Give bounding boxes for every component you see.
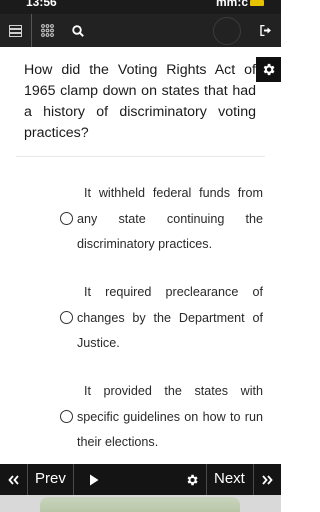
top-toolbar	[0, 14, 281, 47]
settings-button[interactable]	[256, 57, 281, 82]
prev-label: Prev	[35, 470, 66, 487]
search-button[interactable]	[63, 14, 93, 47]
list-button[interactable]	[0, 14, 31, 47]
status-time: 13:56	[26, 0, 57, 9]
exit-button[interactable]	[251, 14, 281, 47]
circle-button[interactable]	[213, 17, 241, 45]
list-icon	[9, 24, 22, 37]
settings-nav-button[interactable]	[178, 464, 206, 495]
double-chevron-left-icon	[8, 474, 19, 485]
status-bar: 13:56 mm:c	[0, 0, 281, 14]
bottom-navigation: Prev Next	[0, 464, 281, 495]
play-icon	[90, 474, 99, 485]
next-button[interactable]: Next	[207, 464, 253, 495]
gear-icon	[263, 63, 275, 76]
first-page-button[interactable]	[0, 464, 27, 495]
status-indicators: mm:c	[216, 0, 249, 9]
gear-icon	[187, 474, 198, 485]
radio-button[interactable]	[60, 311, 73, 324]
radio-button[interactable]	[60, 410, 73, 423]
radio-button[interactable]	[60, 212, 73, 225]
search-icon	[72, 24, 84, 37]
play-button[interactable]	[74, 464, 114, 495]
battery-icon	[250, 0, 264, 6]
prev-button[interactable]: Prev	[28, 464, 73, 495]
answer-option-label: It withheld federal funds from any state…	[77, 186, 263, 251]
next-label: Next	[214, 470, 245, 487]
grid-icon	[40, 24, 54, 37]
question-text: How did the Voting Rights Act of 1965 cl…	[24, 62, 256, 141]
grid-button[interactable]	[32, 14, 62, 47]
home-indicator	[40, 497, 240, 512]
answer-option-label: It provided the states with specific gui…	[77, 384, 263, 449]
last-page-button[interactable]	[254, 464, 281, 495]
question-divider	[16, 156, 265, 157]
answer-option-label: It required preclearance of changes by t…	[77, 285, 263, 350]
exit-icon	[260, 25, 271, 36]
double-chevron-right-icon	[262, 474, 273, 485]
bottom-strip	[0, 495, 281, 512]
